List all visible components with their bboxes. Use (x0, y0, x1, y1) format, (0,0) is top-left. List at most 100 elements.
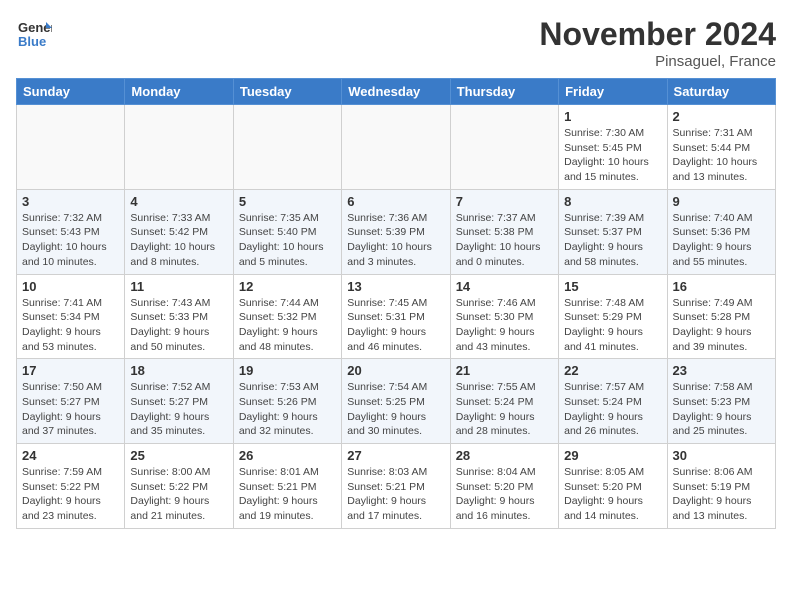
day-number: 5 (239, 194, 336, 209)
day-info: Sunrise: 7:39 AM Sunset: 5:37 PM Dayligh… (564, 211, 661, 270)
day-number: 8 (564, 194, 661, 209)
calendar-cell: 20 Sunrise: 7:54 AM Sunset: 5:25 PM Dayli… (342, 359, 450, 444)
weekday-header: Monday (125, 79, 233, 105)
day-number: 16 (673, 279, 770, 294)
day-info: Sunrise: 8:05 AM Sunset: 5:20 PM Dayligh… (564, 465, 661, 524)
calendar-cell: 8 Sunrise: 7:39 AM Sunset: 5:37 PM Daylig… (559, 189, 667, 274)
day-info: Sunrise: 8:01 AM Sunset: 5:21 PM Dayligh… (239, 465, 336, 524)
day-info: Sunrise: 7:49 AM Sunset: 5:28 PM Dayligh… (673, 296, 770, 355)
calendar-cell (17, 105, 125, 190)
day-number: 1 (564, 109, 661, 124)
weekday-header: Friday (559, 79, 667, 105)
day-info: Sunrise: 7:57 AM Sunset: 5:24 PM Dayligh… (564, 380, 661, 439)
day-info: Sunrise: 7:52 AM Sunset: 5:27 PM Dayligh… (130, 380, 227, 439)
day-number: 21 (456, 363, 553, 378)
calendar-cell: 19 Sunrise: 7:53 AM Sunset: 5:26 PM Dayli… (233, 359, 341, 444)
day-number: 19 (239, 363, 336, 378)
calendar-cell: 13 Sunrise: 7:45 AM Sunset: 5:31 PM Dayli… (342, 274, 450, 359)
calendar-cell: 21 Sunrise: 7:55 AM Sunset: 5:24 PM Dayli… (450, 359, 558, 444)
day-info: Sunrise: 8:04 AM Sunset: 5:20 PM Dayligh… (456, 465, 553, 524)
day-number: 22 (564, 363, 661, 378)
calendar-cell: 25 Sunrise: 8:00 AM Sunset: 5:22 PM Dayli… (125, 444, 233, 529)
day-info: Sunrise: 7:43 AM Sunset: 5:33 PM Dayligh… (130, 296, 227, 355)
title-block: November 2024 Pinsaguel, France (539, 16, 776, 70)
day-info: Sunrise: 7:58 AM Sunset: 5:23 PM Dayligh… (673, 380, 770, 439)
day-number: 18 (130, 363, 227, 378)
calendar-cell: 5 Sunrise: 7:35 AM Sunset: 5:40 PM Daylig… (233, 189, 341, 274)
weekday-header: Thursday (450, 79, 558, 105)
day-info: Sunrise: 7:37 AM Sunset: 5:38 PM Dayligh… (456, 211, 553, 270)
calendar-cell: 11 Sunrise: 7:43 AM Sunset: 5:33 PM Dayli… (125, 274, 233, 359)
day-info: Sunrise: 7:46 AM Sunset: 5:30 PM Dayligh… (456, 296, 553, 355)
day-info: Sunrise: 7:36 AM Sunset: 5:39 PM Dayligh… (347, 211, 444, 270)
calendar-cell (450, 105, 558, 190)
day-number: 17 (22, 363, 119, 378)
logo-icon: General Blue (16, 16, 52, 52)
day-number: 26 (239, 448, 336, 463)
day-info: Sunrise: 7:55 AM Sunset: 5:24 PM Dayligh… (456, 380, 553, 439)
calendar-cell: 2Sunrise: 7:31 AM Sunset: 5:44 PM Daylig… (667, 105, 775, 190)
day-info: Sunrise: 7:40 AM Sunset: 5:36 PM Dayligh… (673, 211, 770, 270)
day-number: 25 (130, 448, 227, 463)
day-info: Sunrise: 8:00 AM Sunset: 5:22 PM Dayligh… (130, 465, 227, 524)
day-number: 9 (673, 194, 770, 209)
day-number: 13 (347, 279, 444, 294)
day-info: Sunrise: 7:32 AM Sunset: 5:43 PM Dayligh… (22, 211, 119, 270)
weekday-header: Wednesday (342, 79, 450, 105)
calendar-cell: 4 Sunrise: 7:33 AM Sunset: 5:42 PM Daylig… (125, 189, 233, 274)
day-info: Sunrise: 7:41 AM Sunset: 5:34 PM Dayligh… (22, 296, 119, 355)
calendar-cell: 12Sunrise: 7:44 AM Sunset: 5:32 PM Dayli… (233, 274, 341, 359)
day-number: 20 (347, 363, 444, 378)
calendar-cell: 7 Sunrise: 7:37 AM Sunset: 5:38 PM Daylig… (450, 189, 558, 274)
weekday-header: Saturday (667, 79, 775, 105)
day-info: Sunrise: 7:33 AM Sunset: 5:42 PM Dayligh… (130, 211, 227, 270)
calendar-week-row: 17Sunrise: 7:50 AM Sunset: 5:27 PM Dayli… (17, 359, 776, 444)
logo: General Blue General Blue (16, 16, 52, 52)
day-number: 23 (673, 363, 770, 378)
day-number: 12 (239, 279, 336, 294)
calendar-cell: 9 Sunrise: 7:40 AM Sunset: 5:36 PM Daylig… (667, 189, 775, 274)
calendar-week-row: 1 Sunrise: 7:30 AM Sunset: 5:45 PM Daylig… (17, 105, 776, 190)
day-info: Sunrise: 7:48 AM Sunset: 5:29 PM Dayligh… (564, 296, 661, 355)
month-title: November 2024 (539, 16, 776, 53)
calendar-cell (125, 105, 233, 190)
day-info: Sunrise: 7:53 AM Sunset: 5:26 PM Dayligh… (239, 380, 336, 439)
day-info: Sunrise: 8:03 AM Sunset: 5:21 PM Dayligh… (347, 465, 444, 524)
day-info: Sunrise: 7:45 AM Sunset: 5:31 PM Dayligh… (347, 296, 444, 355)
svg-text:Blue: Blue (18, 34, 46, 49)
calendar: SundayMondayTuesdayWednesdayThursdayFrid… (16, 78, 776, 529)
calendar-cell: 18 Sunrise: 7:52 AM Sunset: 5:27 PM Dayli… (125, 359, 233, 444)
calendar-cell: 30 Sunrise: 8:06 AM Sunset: 5:19 PM Dayli… (667, 444, 775, 529)
day-number: 14 (456, 279, 553, 294)
calendar-cell: 17Sunrise: 7:50 AM Sunset: 5:27 PM Dayli… (17, 359, 125, 444)
day-info: Sunrise: 7:54 AM Sunset: 5:25 PM Dayligh… (347, 380, 444, 439)
day-number: 30 (673, 448, 770, 463)
calendar-week-row: 3 Sunrise: 7:32 AM Sunset: 5:43 PM Daylig… (17, 189, 776, 274)
day-info: Sunrise: 7:31 AM Sunset: 5:44 PM Dayligh… (673, 126, 770, 185)
day-number: 28 (456, 448, 553, 463)
calendar-week-row: 10Sunrise: 7:41 AM Sunset: 5:34 PM Dayli… (17, 274, 776, 359)
weekday-header: Tuesday (233, 79, 341, 105)
calendar-cell: 14 Sunrise: 7:46 AM Sunset: 5:30 PM Dayli… (450, 274, 558, 359)
calendar-cell: 3 Sunrise: 7:32 AM Sunset: 5:43 PM Daylig… (17, 189, 125, 274)
day-number: 3 (22, 194, 119, 209)
calendar-cell: 6 Sunrise: 7:36 AM Sunset: 5:39 PM Daylig… (342, 189, 450, 274)
day-info: Sunrise: 7:35 AM Sunset: 5:40 PM Dayligh… (239, 211, 336, 270)
location: Pinsaguel, France (539, 53, 776, 70)
day-info: Sunrise: 7:30 AM Sunset: 5:45 PM Dayligh… (564, 126, 661, 185)
calendar-header-row: SundayMondayTuesdayWednesdayThursdayFrid… (17, 79, 776, 105)
day-number: 4 (130, 194, 227, 209)
day-number: 24 (22, 448, 119, 463)
day-info: Sunrise: 8:06 AM Sunset: 5:19 PM Dayligh… (673, 465, 770, 524)
calendar-cell: 1 Sunrise: 7:30 AM Sunset: 5:45 PM Daylig… (559, 105, 667, 190)
day-number: 7 (456, 194, 553, 209)
day-number: 6 (347, 194, 444, 209)
calendar-cell (342, 105, 450, 190)
calendar-cell: 27Sunrise: 8:03 AM Sunset: 5:21 PM Dayli… (342, 444, 450, 529)
day-info: Sunrise: 7:59 AM Sunset: 5:22 PM Dayligh… (22, 465, 119, 524)
calendar-cell: 10Sunrise: 7:41 AM Sunset: 5:34 PM Dayli… (17, 274, 125, 359)
calendar-cell: 26 Sunrise: 8:01 AM Sunset: 5:21 PM Dayli… (233, 444, 341, 529)
page-header: General Blue General Blue November 2024 … (16, 16, 776, 70)
calendar-week-row: 24 Sunrise: 7:59 AM Sunset: 5:22 PM Dayli… (17, 444, 776, 529)
day-number: 11 (130, 279, 227, 294)
